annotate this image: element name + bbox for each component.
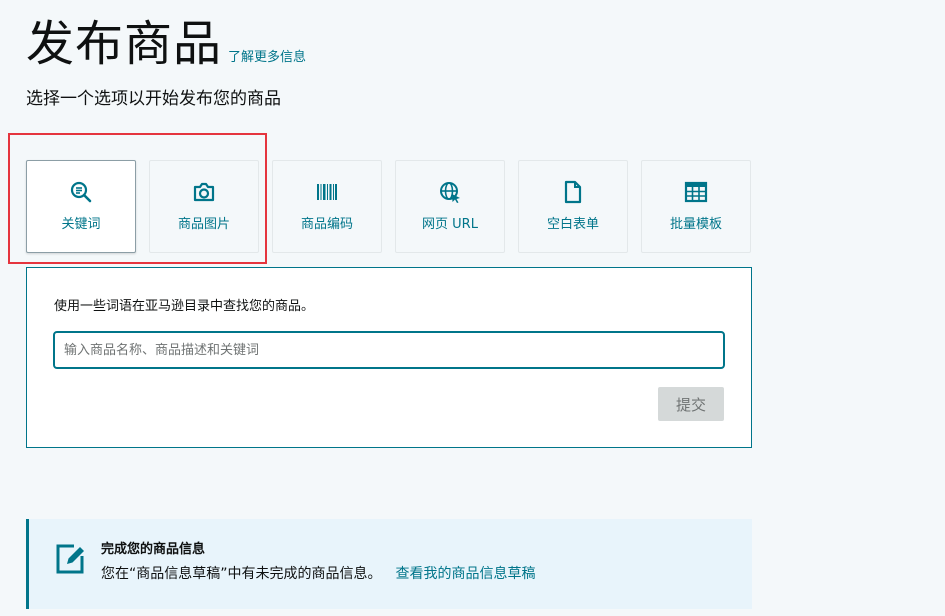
view-drafts-link[interactable]: 查看我的商品信息草稿 (396, 566, 536, 582)
page-subtitle: 选择一个选项以开始发布您的商品 (26, 89, 281, 109)
camera-icon (150, 181, 258, 203)
draft-listing-banner: 完成您的商品信息 您在“商品信息草稿”中有未完成的商品信息。 查看我的商品信息草稿 (26, 519, 752, 609)
spreadsheet-icon (642, 181, 750, 203)
edit-document-icon (54, 542, 88, 576)
keyword-search-icon (27, 181, 135, 203)
keyword-search-panel: 使用一些词语在亚马逊目录中查找您的商品。 提交 (26, 267, 752, 448)
option-keyword[interactable]: 关键词 (26, 160, 136, 253)
option-blank-form[interactable]: 空白表单 (518, 160, 628, 253)
draft-banner-message: 您在“商品信息草稿”中有未完成的商品信息。 查看我的商品信息草稿 (101, 563, 536, 583)
keyword-search-input[interactable] (53, 331, 725, 369)
learn-more-link[interactable]: 了解更多信息 (228, 46, 306, 65)
draft-banner-text: 您在“商品信息草稿”中有未完成的商品信息。 (101, 566, 382, 582)
barcode-icon (273, 181, 381, 203)
option-product-code[interactable]: 商品编码 (272, 160, 382, 253)
option-web-url-label: 网页 URL (422, 217, 478, 232)
option-web-url[interactable]: 网页 URL (395, 160, 505, 253)
option-keyword-label: 关键词 (61, 217, 101, 232)
option-blank-form-label: 空白表单 (546, 217, 599, 232)
blank-document-icon (519, 180, 627, 204)
draft-banner-title: 完成您的商品信息 (101, 542, 206, 557)
page-title: 发布商品 (26, 16, 223, 72)
option-bulk-template[interactable]: 批量模板 (641, 160, 751, 253)
keyword-panel-description: 使用一些词语在亚马逊目录中查找您的商品。 (54, 299, 315, 314)
globe-link-icon (396, 181, 504, 203)
option-product-image-label: 商品图片 (177, 217, 230, 232)
option-product-code-label: 商品编码 (300, 217, 353, 232)
submit-button[interactable]: 提交 (658, 387, 724, 421)
option-bulk-template-label: 批量模板 (669, 217, 722, 232)
option-product-image[interactable]: 商品图片 (149, 160, 259, 253)
